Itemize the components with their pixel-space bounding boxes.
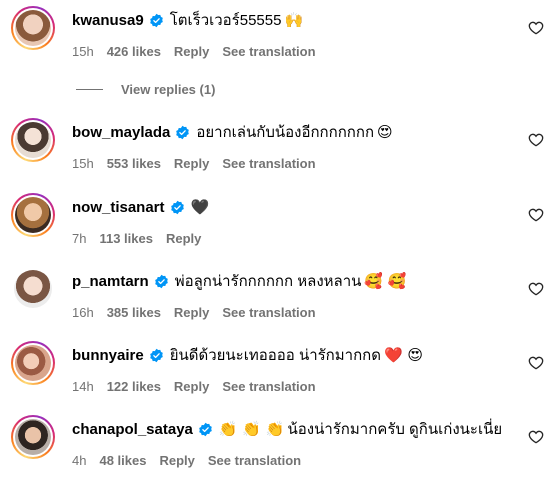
comment-emoji: 🥰 🥰 (364, 272, 407, 290)
see-translation-button[interactable]: See translation (208, 453, 301, 468)
comment-emoji: ❤️ 😍 (383, 346, 424, 364)
comment-emoji: 😍 (377, 123, 393, 141)
avatar[interactable] (11, 118, 55, 162)
reply-button[interactable]: Reply (174, 156, 209, 171)
comment-item: bow_maylada อยากเล่นกับน้องอีกกกกกกก 😍 1… (0, 118, 552, 178)
comment-item: kwanusa9 โตเร็วเวอร์55555 🙌 15h 426 like… (0, 6, 552, 66)
comment-time[interactable]: 14h (72, 379, 94, 394)
comment-emoji: 👏 👏 👏 (218, 420, 285, 438)
comment-item: p_namtarn พ่อลูกน่ารักกกกกก หลงหลาน 🥰 🥰 … (0, 267, 552, 327)
likes-count[interactable]: 48 likes (99, 453, 146, 468)
likes-count[interactable]: 553 likes (107, 156, 161, 171)
comment-time[interactable]: 16h (72, 305, 94, 320)
avatar[interactable] (11, 6, 55, 50)
comment-item: chanapol_sataya 👏 👏 👏 น้องน่ารักมากครับ … (0, 415, 552, 475)
avatar-image (15, 419, 51, 455)
avatar[interactable] (11, 415, 55, 459)
username-link[interactable]: chanapol_sataya (72, 421, 193, 438)
likes-count[interactable]: 113 likes (99, 231, 153, 246)
avatar[interactable] (11, 341, 55, 385)
verified-badge-icon (149, 348, 163, 362)
likes-count[interactable]: 122 likes (107, 379, 161, 394)
username-link[interactable]: p_namtarn (72, 273, 149, 290)
view-replies-button[interactable]: View replies (1) (76, 80, 215, 98)
see-translation-button[interactable]: See translation (222, 156, 315, 171)
view-replies-label[interactable]: View replies (1) (121, 82, 215, 97)
see-translation-button[interactable]: See translation (222, 305, 315, 320)
see-translation-button[interactable]: See translation (222, 379, 315, 394)
heart-outline-icon[interactable] (528, 355, 544, 371)
username-link[interactable]: kwanusa9 (72, 12, 144, 29)
verified-badge-icon (176, 125, 190, 139)
see-translation-button[interactable]: See translation (222, 44, 315, 59)
avatar-image (15, 10, 51, 46)
comment-text: อยากเล่นกับน้องอีกกกกกกก (196, 124, 375, 141)
reply-button[interactable]: Reply (159, 453, 194, 468)
heart-outline-icon[interactable] (528, 281, 544, 297)
comment-text: ยินดีด้วยนะเทออออ น่ารักมากกด (169, 347, 381, 364)
username-link[interactable]: bow_maylada (72, 124, 170, 141)
comment-item: bunnyaire ยินดีด้วยนะเทออออ น่ารักมากกด … (0, 341, 552, 401)
comment-time[interactable]: 15h (72, 156, 94, 171)
likes-count[interactable]: 385 likes (107, 305, 161, 320)
comment-emoji: 🖤 (190, 198, 210, 216)
comment-time[interactable]: 15h (72, 44, 94, 59)
reply-button[interactable]: Reply (174, 379, 209, 394)
divider (76, 88, 103, 90)
comment-time[interactable]: 4h (72, 453, 86, 468)
reply-button[interactable]: Reply (174, 44, 209, 59)
comment-item: now_tisanart 🖤 7h 113 likes Reply (0, 193, 552, 253)
avatar-image (15, 345, 51, 381)
comment-time[interactable]: 7h (72, 231, 86, 246)
heart-outline-icon[interactable] (528, 207, 544, 223)
comment-emoji: 🙌 (284, 11, 304, 29)
comment-text: น้องน่ารักมากครับ ดูกินเก่งนะเนี่ย (287, 421, 503, 438)
comment-text: พ่อลูกน่ารักกกกกก หลงหลาน (174, 273, 362, 290)
reply-button[interactable]: Reply (166, 231, 201, 246)
avatar-image (14, 270, 52, 308)
verified-badge-icon (149, 13, 163, 27)
verified-badge-icon (199, 422, 212, 436)
verified-badge-icon (170, 200, 184, 214)
avatar-image (15, 197, 51, 233)
heart-outline-icon[interactable] (528, 132, 544, 148)
username-link[interactable]: now_tisanart (72, 199, 165, 216)
reply-button[interactable]: Reply (174, 305, 209, 320)
avatar-image (15, 122, 51, 158)
heart-outline-icon[interactable] (528, 20, 544, 36)
avatar[interactable] (11, 267, 55, 311)
verified-badge-icon (154, 274, 168, 288)
avatar[interactable] (11, 193, 55, 237)
comment-text: โตเร็วเวอร์55555 (169, 12, 282, 29)
heart-outline-icon[interactable] (528, 429, 544, 445)
likes-count[interactable]: 426 likes (107, 44, 161, 59)
username-link[interactable]: bunnyaire (72, 347, 144, 364)
